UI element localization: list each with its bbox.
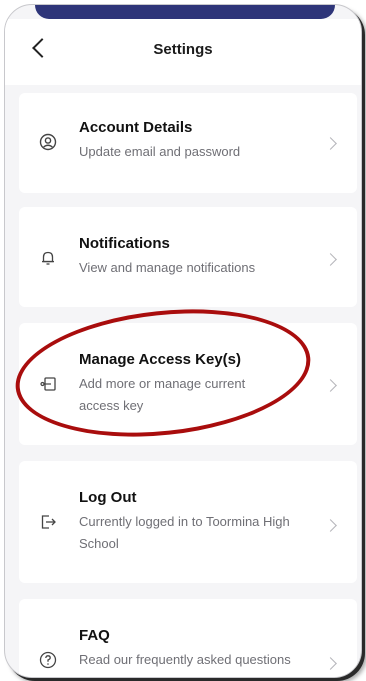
item-subtitle: Read our frequently asked questions [79,652,291,667]
item-title: Notifications [79,235,170,252]
item-subtitle: Add more or manage current access key [79,376,246,413]
chevron-right-icon [324,379,337,392]
settings-item-faq[interactable]: FAQ Read our frequently asked questions [19,599,357,677]
item-subtitle: Currently logged in to Toormina High Sch… [79,514,290,551]
phone-frame: Settings Account Details Update email an… [4,4,362,678]
app-header: Settings [5,19,361,85]
chevron-right-icon [324,137,337,150]
settings-item-notifications[interactable]: Notifications View and manage notificati… [19,207,357,307]
bell-icon [42,251,54,265]
top-accent-bar [35,5,335,19]
key-card-icon [40,377,56,391]
item-title: Manage Access Key(s) [79,351,242,368]
chevron-right-icon [324,253,337,266]
settings-item-log-out[interactable]: Log Out Currently logged in to Toormina … [19,461,357,583]
chevron-right-icon [324,657,337,670]
page-title: Settings [153,41,213,58]
item-title: FAQ [79,627,110,644]
help-circle-icon [39,651,57,669]
chevron-right-icon [324,519,337,532]
item-subtitle: View and manage notifications [79,260,256,275]
settings-item-manage-access-keys[interactable]: Manage Access Key(s) Add more or manage … [19,323,357,445]
item-title: Account Details [79,119,193,136]
item-subtitle: Update email and password [79,144,241,159]
item-title: Log Out [79,489,137,506]
logout-icon [41,515,56,529]
settings-item-account-details[interactable]: Account Details Update email and passwor… [19,93,357,193]
user-circle-icon [39,133,57,151]
